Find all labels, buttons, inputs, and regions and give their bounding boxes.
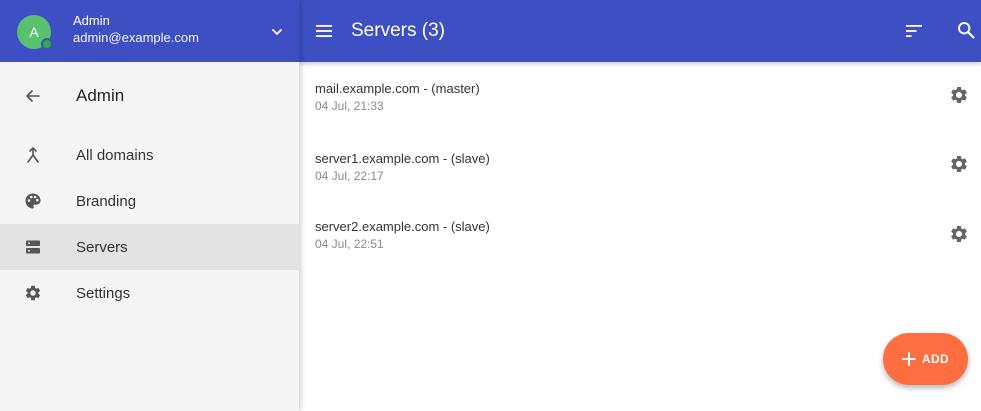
server-name: server1.example.com - (slave) [315,151,490,166]
sidebar-item-label: Settings [76,284,131,302]
menu-icon[interactable] [316,24,332,38]
sidebar-item-label: All domains [76,146,154,164]
sidebar-item-settings[interactable]: Settings [0,270,299,316]
app-bar: Servers (3) [299,0,981,62]
gear-icon[interactable] [949,154,969,174]
avatar-initial: A [29,24,39,40]
sidebar-item-label: Branding [76,192,137,210]
gear-icon[interactable] [949,85,969,105]
online-status-dot [41,38,53,50]
list-item[interactable]: mail.example.com - (master) 04 Jul, 21:3… [299,62,981,130]
gear-icon[interactable] [949,224,969,244]
server-timestamp: 04 Jul, 22:51 [315,237,384,251]
navigation-drawer: A Admin admin@example.com Admin All doma… [0,0,299,411]
merge-icon [27,147,39,163]
sidebar-item-servers[interactable]: Servers [0,224,299,270]
server-timestamp: 04 Jul, 22:17 [315,169,384,183]
sort-icon[interactable] [906,24,922,38]
drawer-nav: Admin All domains Branding Servers Setti… [0,70,299,316]
page-title: Servers (3) [351,20,445,41]
search-icon[interactable] [957,21,975,39]
list-item[interactable]: server1.example.com - (slave) 04 Jul, 22… [299,132,981,200]
plus-icon [901,352,916,366]
server-timestamp: 04 Jul, 21:33 [315,99,384,113]
add-server-button[interactable]: ADD [883,333,968,385]
palette-icon [25,193,41,209]
sidebar-item-all-domains[interactable]: All domains [0,132,299,178]
list-item[interactable]: server2.example.com - (slave) 04 Jul, 22… [299,200,981,268]
account-info: Admin admin@example.com [73,13,199,47]
account-switcher[interactable]: A Admin admin@example.com [0,0,299,62]
dns-icon [26,240,40,254]
account-email: admin@example.com [73,30,199,45]
sidebar-item-label: Servers [76,238,128,256]
sidebar-item-branding[interactable]: Branding [0,178,299,224]
arrow-back-icon [26,90,40,102]
nav-back-label: Admin [76,86,125,105]
avatar[interactable]: A [17,15,53,50]
gear-icon [25,285,41,301]
server-list: mail.example.com - (master) 04 Jul, 21:3… [299,62,981,411]
add-button-label: ADD [921,352,950,366]
account-name: Admin [73,13,110,28]
nav-back[interactable]: Admin [0,70,299,122]
server-name: server2.example.com - (slave) [315,219,490,234]
server-name: mail.example.com - (master) [315,81,480,96]
chevron-down-icon[interactable] [270,25,284,39]
app-window: A Admin admin@example.com Admin All doma… [0,0,981,411]
